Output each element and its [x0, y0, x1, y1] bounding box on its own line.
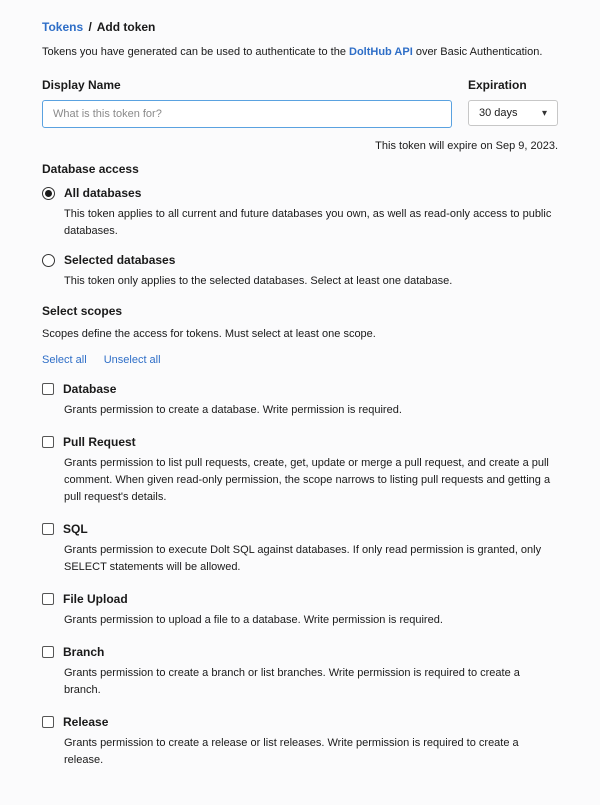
radio-selected-desc: This token only applies to the selected … — [64, 273, 558, 290]
db-access-header: Database access — [42, 162, 558, 176]
radio-all-label: All databases — [64, 186, 141, 200]
radio-all-desc: This token applies to all current and fu… — [64, 206, 558, 239]
scope-desc: Grants permission to list pull requests,… — [64, 455, 558, 506]
scope-branch[interactable]: Branch — [42, 645, 558, 659]
scope-title: SQL — [63, 522, 88, 536]
scope-title: Pull Request — [63, 435, 136, 449]
scope-desc: Grants permission to create a release or… — [64, 735, 558, 769]
chevron-down-icon: ▾ — [542, 108, 547, 119]
scopes-intro: Scopes define the access for tokens. Mus… — [42, 328, 558, 340]
scope-title: Branch — [63, 645, 104, 659]
unselect-all-link[interactable]: Unselect all — [104, 354, 161, 366]
breadcrumb-current: Add token — [97, 20, 156, 34]
radio-icon-checked — [42, 187, 55, 200]
api-link[interactable]: DoltHub API — [349, 46, 413, 58]
breadcrumb-sep: / — [88, 20, 91, 34]
checkbox-icon — [42, 593, 54, 605]
scope-desc: Grants permission to create a branch or … — [64, 665, 558, 699]
scope-pull-request[interactable]: Pull Request — [42, 435, 558, 449]
radio-icon-unchecked — [42, 254, 55, 267]
scope-title: File Upload — [63, 592, 128, 606]
scopes-header: Select scopes — [42, 304, 558, 318]
radio-selected-databases[interactable]: Selected databases — [42, 253, 558, 267]
checkbox-icon — [42, 383, 54, 395]
scope-desc: Grants permission to create a database. … — [64, 402, 558, 419]
checkbox-icon — [42, 716, 54, 728]
breadcrumb-tokens-link[interactable]: Tokens — [42, 20, 83, 34]
intro-suffix: over Basic Authentication. — [413, 46, 543, 58]
scope-database[interactable]: Database — [42, 382, 558, 396]
scope-file-upload[interactable]: File Upload — [42, 592, 558, 606]
expiration-select[interactable]: 30 days ▾ — [468, 100, 558, 126]
radio-selected-label: Selected databases — [64, 253, 175, 267]
scope-desc: Grants permission to execute Dolt SQL ag… — [64, 542, 558, 576]
checkbox-icon — [42, 523, 54, 535]
scope-title: Database — [63, 382, 116, 396]
breadcrumb: Tokens / Add token — [42, 20, 558, 34]
expiration-label: Expiration — [468, 78, 558, 92]
select-all-link[interactable]: Select all — [42, 354, 87, 366]
checkbox-icon — [42, 436, 54, 448]
display-name-label: Display Name — [42, 78, 452, 92]
display-name-input[interactable] — [42, 100, 452, 128]
scope-title: Release — [63, 715, 108, 729]
expiration-value: 30 days — [479, 107, 518, 119]
intro-prefix: Tokens you have generated can be used to… — [42, 46, 349, 58]
expiration-note: This token will expire on Sep 9, 2023. — [42, 140, 558, 152]
radio-all-databases[interactable]: All databases — [42, 186, 558, 200]
scope-desc: Grants permission to upload a file to a … — [64, 612, 558, 629]
scope-sql[interactable]: SQL — [42, 522, 558, 536]
checkbox-icon — [42, 646, 54, 658]
scope-release[interactable]: Release — [42, 715, 558, 729]
intro-text: Tokens you have generated can be used to… — [42, 46, 558, 58]
